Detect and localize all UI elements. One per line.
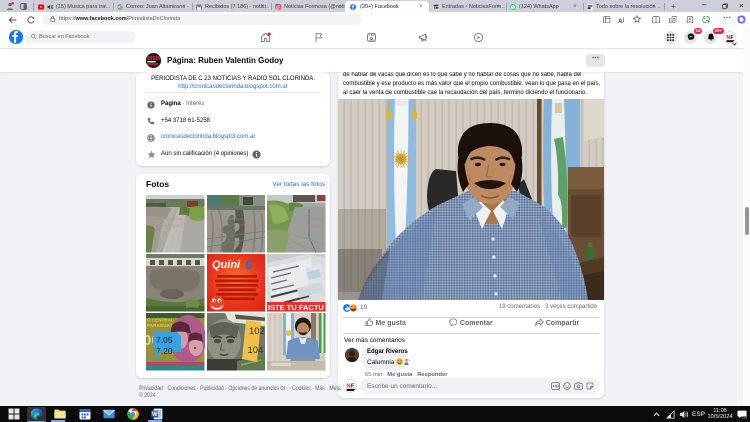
svg-text:PARAGUAY: PARAGUAY: [147, 323, 173, 328]
svg-text:(2): (2): [742, 416, 747, 419]
svg-text:ISTE TU FACTU: ISTE TU FACTU: [268, 303, 324, 312]
svg-text:F: F: [351, 384, 355, 390]
svg-text:O CENTRAL: O CENTRAL: [147, 318, 174, 323]
svg-text:6: 6: [245, 257, 253, 272]
svg-text:102: 102: [249, 326, 265, 337]
svg-text:W: W: [152, 412, 158, 418]
svg-text:104: 104: [247, 345, 263, 356]
svg-text:Quini: Quini: [212, 259, 241, 271]
svg-text:7.05: 7.05: [156, 335, 173, 345]
